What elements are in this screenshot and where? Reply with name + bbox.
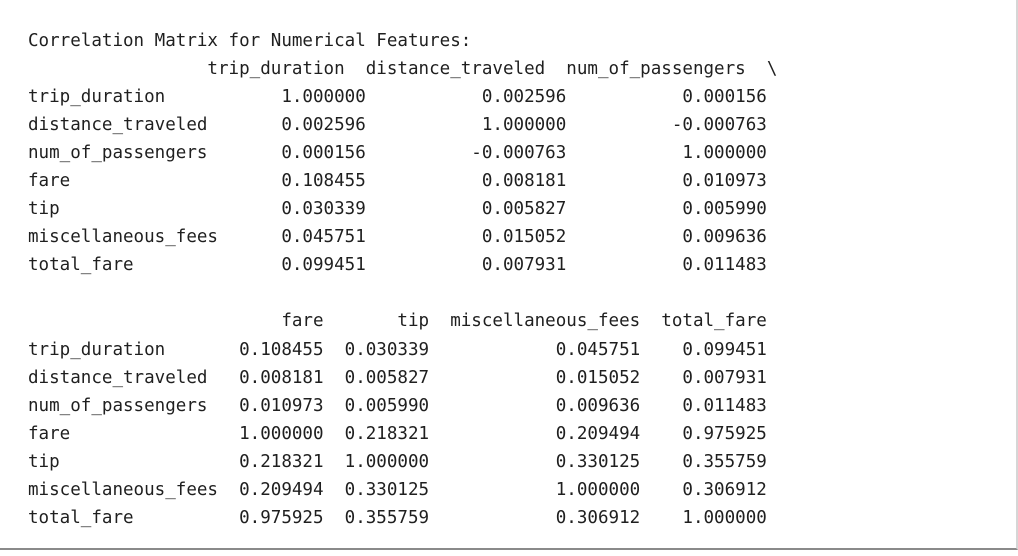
matrix-row-total-fare-1: total_fare 0.099451 0.007931 0.011483 [28,255,767,276]
matrix-header-2: fare tip miscellaneous_fees total_fare [28,311,767,332]
matrix-header-1: trip_duration distance_traveled num_of_p… [28,59,778,80]
matrix-row-tip-1: tip 0.030339 0.005827 0.005990 [28,199,767,220]
matrix-row-fare-2: fare 1.000000 0.218321 0.209494 0.975925 [28,423,767,444]
matrix-row-trip-duration-2: trip_duration 0.108455 0.030339 0.045751… [28,339,767,360]
matrix-row-tip-2: tip 0.218321 1.000000 0.330125 0.355759 [28,451,767,472]
matrix-row-num-of-passengers-2: num_of_passengers 0.010973 0.005990 0.00… [28,395,767,416]
matrix-row-distance-traveled-2: distance_traveled 0.008181 0.005827 0.01… [28,367,767,388]
matrix-row-miscellaneous-fees-1: miscellaneous_fees 0.045751 0.015052 0.0… [28,227,767,248]
correlation-matrix-output: Correlation Matrix for Numerical Feature… [28,27,777,532]
matrix-row-fare-1: fare 0.108455 0.008181 0.010973 [28,171,767,192]
matrix-row-num-of-passengers-1: num_of_passengers 0.000156 -0.000763 1.0… [28,143,767,164]
matrix-row-miscellaneous-fees-2: miscellaneous_fees 0.209494 0.330125 1.0… [28,479,767,500]
matrix-row-distance-traveled-1: distance_traveled 0.002596 1.000000 -0.0… [28,115,767,136]
notebook-output-cell: Correlation Matrix for Numerical Feature… [0,0,1018,550]
output-title: Correlation Matrix for Numerical Feature… [28,31,472,51]
matrix-row-trip-duration-1: trip_duration 1.000000 0.002596 0.000156 [28,87,767,108]
matrix-row-total-fare-2: total_fare 0.975925 0.355759 0.306912 1.… [28,507,767,528]
